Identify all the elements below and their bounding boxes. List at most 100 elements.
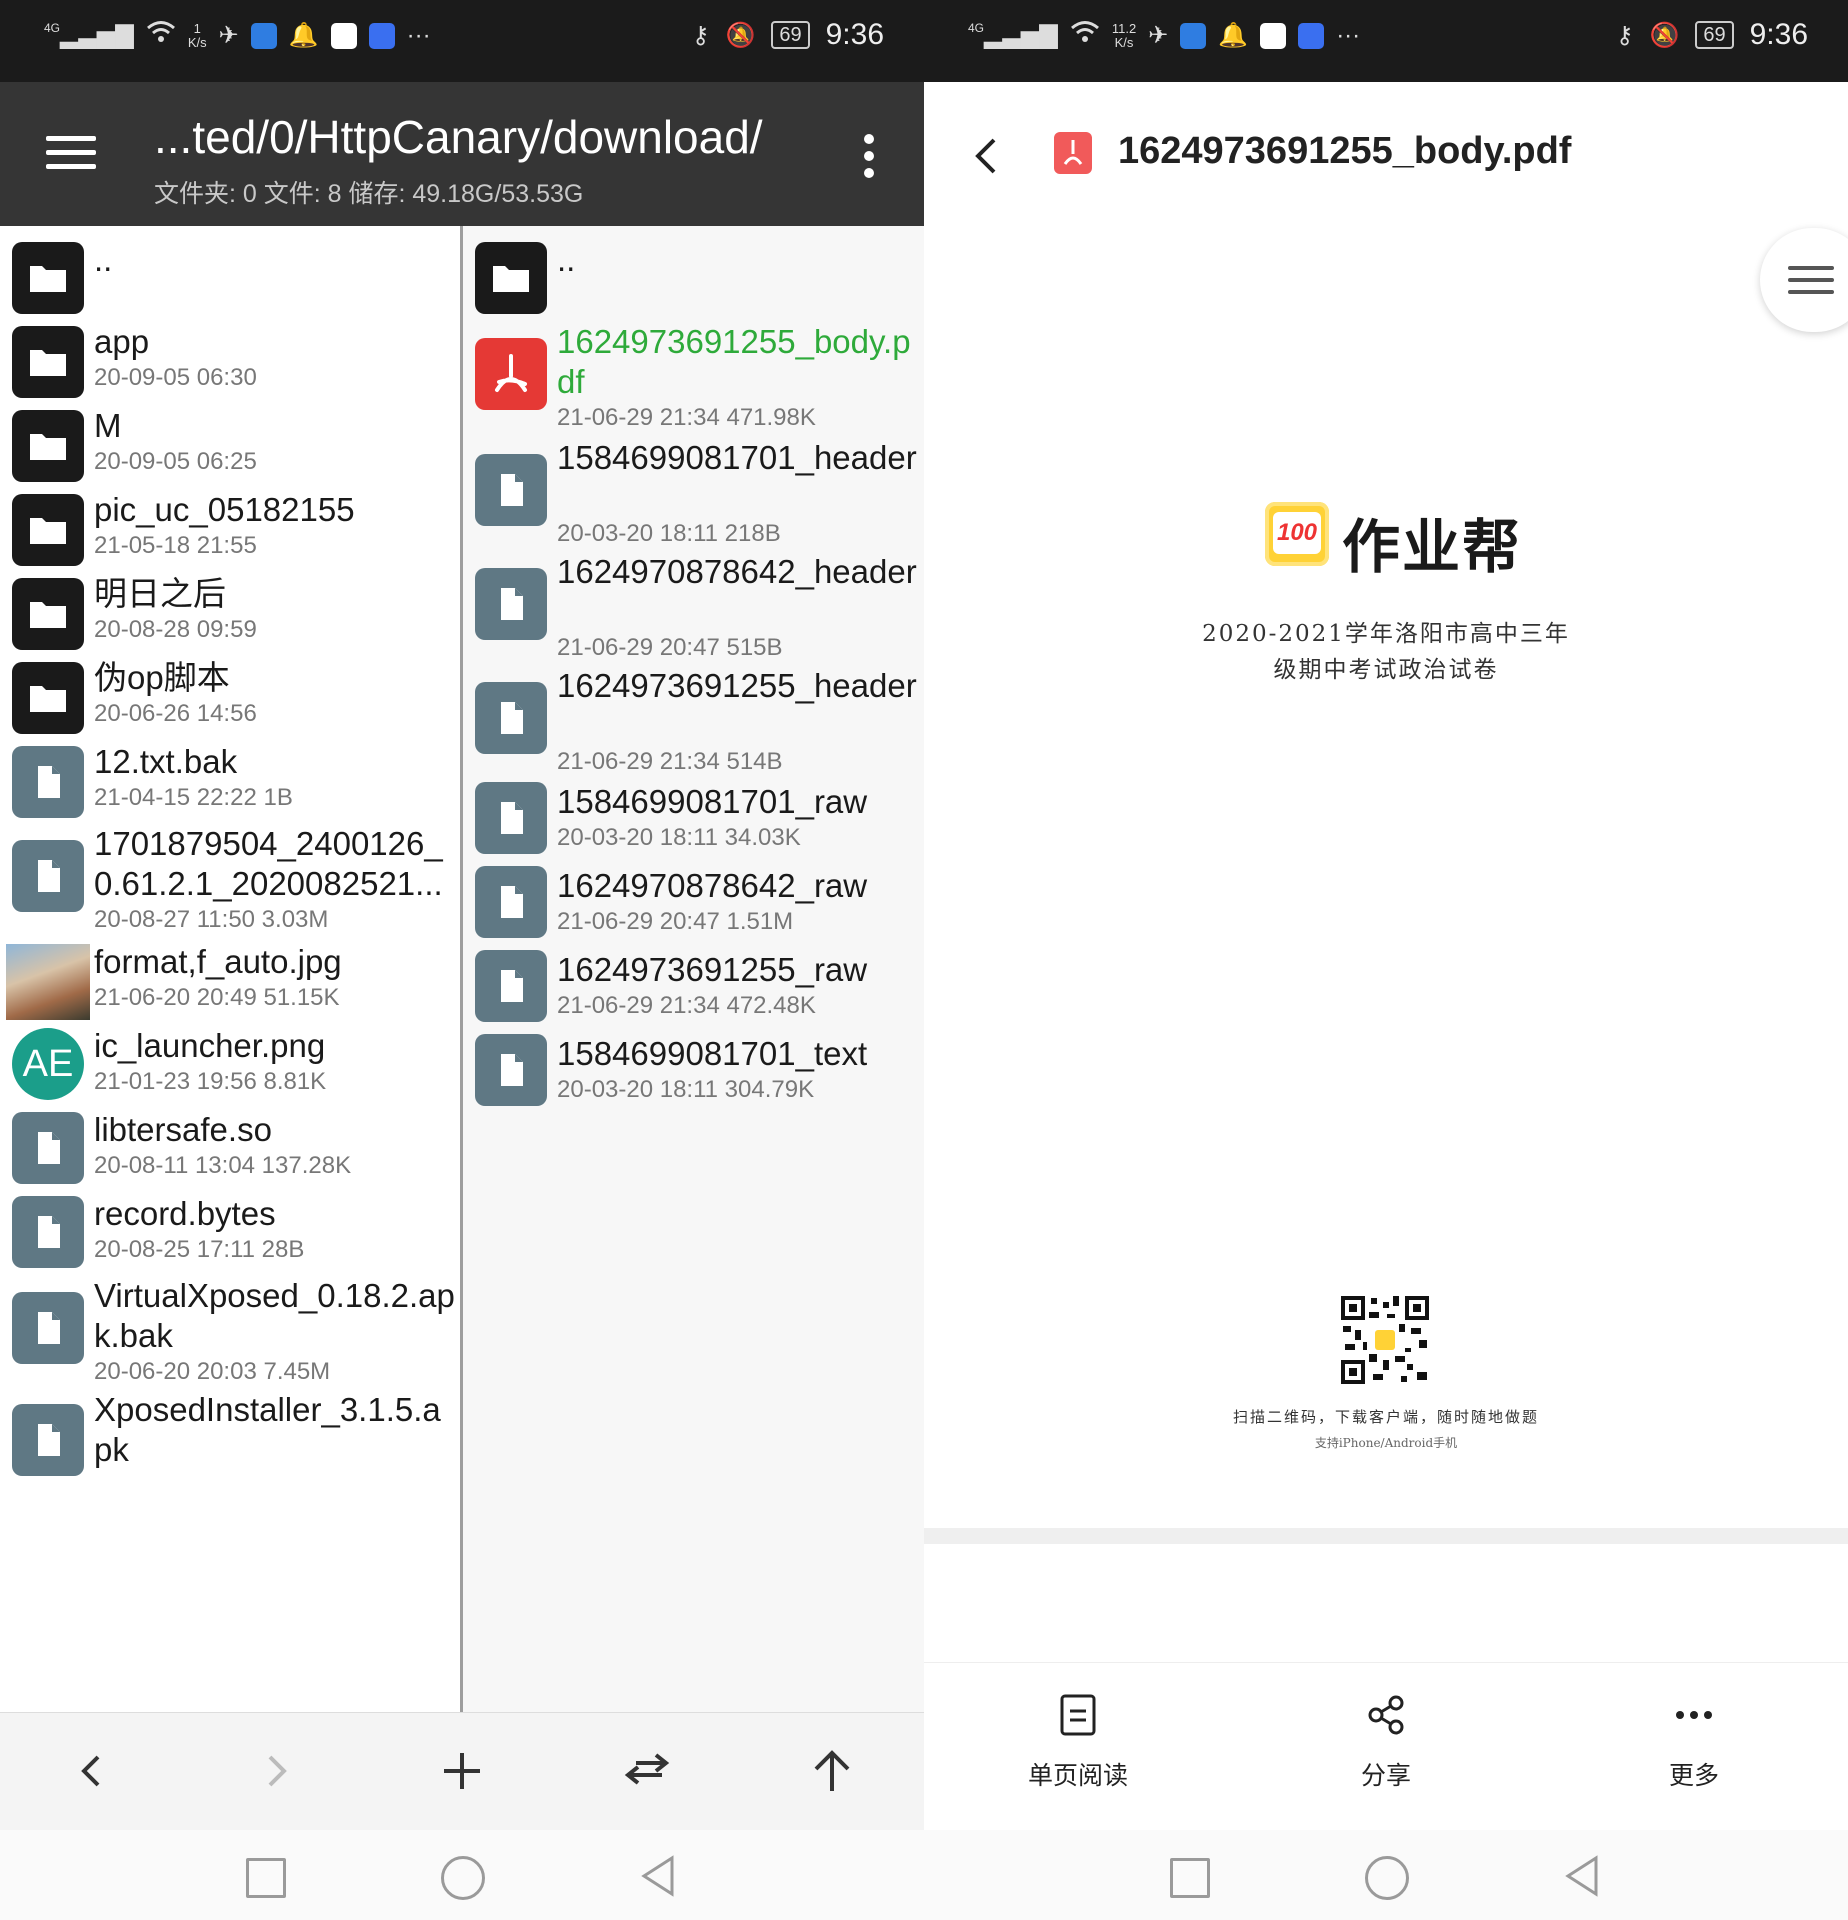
plus-icon[interactable] (432, 1741, 492, 1801)
zuoyebang-logo-icon: 100 (1265, 502, 1329, 566)
pdf-icon (475, 338, 547, 410)
image-thumbnail (6, 944, 90, 1020)
single-page-read-button[interactable]: 单页阅读 (978, 1693, 1178, 1792)
battery-icon: 69 (771, 21, 810, 49)
file-name: 1584699081701_text (557, 1035, 868, 1072)
file-list-item[interactable]: 明日之后 20-08-28 09:59 (0, 574, 460, 654)
qr-subcaption: 支持iPhone/Android手机 (1314, 1436, 1458, 1450)
file-list-item[interactable]: format,f_auto.jpg 21-06-20 20:49 51.15K (0, 942, 460, 1022)
folder-icon (12, 410, 84, 482)
folder-icon (12, 494, 84, 566)
baidu-icon (1298, 22, 1325, 49)
file-list-item[interactable]: VirtualXposed_0.18.2.apk.bak 20-06-20 20:… (0, 1276, 460, 1386)
file-list-item[interactable]: record.bytes 20-08-25 17:11 28B (0, 1194, 460, 1274)
file-list-item[interactable]: XposedInstaller_3.1.5.apk (0, 1390, 460, 1500)
file-list-item[interactable]: pic_uc_05182155 21-05-18 21:55 (0, 490, 460, 570)
file-list-item[interactable]: 1624973691255_body.pdf 21-06-29 21:34 471… (463, 322, 924, 432)
single-page-icon (1060, 1694, 1096, 1736)
net-speed: 11.2 K/s (1111, 20, 1137, 50)
shield-app-icon (1180, 22, 1207, 49)
file-list-item[interactable]: 1584699081701_header 20-03-20 18:11 218B (463, 438, 924, 548)
file-list-item[interactable]: .. (0, 240, 460, 320)
back-icon[interactable] (968, 134, 1004, 178)
key-icon: ⚷ (691, 21, 710, 49)
file-list-item[interactable]: 1624970878642_header 21-06-29 20:47 515B (463, 552, 924, 662)
back-arrow-icon[interactable] (62, 1741, 122, 1801)
folder-icon (475, 242, 547, 314)
up-arrow-icon[interactable] (802, 1741, 862, 1801)
file-manager-screen: 4G▂▃▅▇ 1 K/s ✈ 🔔 ··· ⚷ 🔕 69 9:36 ...ted/0… (0, 0, 924, 1920)
file-list-item[interactable]: app 20-09-05 06:30 (0, 322, 460, 402)
recents-button[interactable] (1170, 1858, 1210, 1898)
file-list-item[interactable]: AE ic_launcher.png 21-01-23 19:56 8.81K (0, 1026, 460, 1106)
swap-icon[interactable] (616, 1741, 676, 1801)
file-name: ic_launcher.png (94, 1027, 326, 1064)
file-list-item[interactable]: 1624970878642_raw 21-06-29 20:47 1.51M (463, 866, 924, 946)
file-meta: 20-08-27 11:50 3.03M (94, 906, 329, 933)
qq-icon: 🔔 (1218, 22, 1249, 49)
doc-title-line-1: 2020-2021学年洛阳市高中三年 (1202, 621, 1570, 647)
file-meta: 20-03-20 18:11 304.79K (557, 1076, 815, 1103)
app-notification-icon (1260, 22, 1287, 49)
folder-icon (12, 578, 84, 650)
more-button[interactable]: 更多 (1594, 1693, 1794, 1792)
file-name: 伪op脚本 (94, 659, 230, 696)
file-meta: 21-06-29 21:34 472.48K (557, 992, 816, 1019)
file-list-item[interactable]: 12.txt.bak 21-04-15 22:22 1B (0, 742, 460, 822)
home-button[interactable] (441, 1856, 485, 1900)
file-name: 1584699081701_header (557, 439, 917, 476)
page-separator (924, 1528, 1848, 1544)
file-list-item[interactable]: 1584699081701_text 20-03-20 18:11 304.79K (463, 1034, 924, 1114)
battery-icon: 69 (1695, 21, 1734, 49)
app-avatar-icon: AE (12, 1028, 84, 1100)
file-list-item[interactable]: 1584699081701_raw 20-03-20 18:11 34.03K (463, 782, 924, 862)
wifi-icon (146, 20, 176, 51)
file-icon (475, 950, 547, 1022)
folder-icon (12, 242, 84, 314)
file-meta: 20-06-20 20:03 7.45M (94, 1358, 331, 1385)
file-name: app (94, 323, 150, 360)
forward-arrow-icon[interactable] (246, 1741, 306, 1801)
file-name: 1624970878642_header (557, 553, 917, 590)
file-icon (475, 1034, 547, 1106)
file-name: VirtualXposed_0.18.2.apk.bak (94, 1277, 455, 1354)
file-list-item[interactable]: 1624973691255_raw 21-06-29 21:34 472.48K (463, 950, 924, 1030)
file-name: pic_uc_05182155 (94, 491, 355, 528)
pdf-file-icon (1054, 132, 1092, 174)
system-back-button[interactable] (638, 1854, 678, 1898)
app-notification-icon (330, 22, 357, 49)
file-icon (12, 840, 84, 912)
system-nav-bar (924, 1830, 1848, 1920)
menu-icon[interactable] (46, 136, 96, 170)
status-bar: 4G▂▃▅▇ 1 K/s ✈ 🔔 ··· ⚷ 🔕 69 9:36 (0, 0, 924, 82)
file-list-item[interactable]: .. (463, 240, 924, 320)
status-bar: 4G▂▃▅▇ 11.2 K/s ✈ 🔔 ··· ⚷ 🔕 69 9:36 (924, 0, 1848, 82)
file-meta: 20-03-20 18:11 218B (557, 520, 781, 547)
file-list-item[interactable]: 1624973691255_header 21-06-29 21:34 514B (463, 666, 924, 776)
file-icon (475, 568, 547, 640)
pdf-viewer-header: 1624973691255_body.pdf (924, 82, 1848, 222)
file-list-item[interactable]: M 20-09-05 06:25 (0, 406, 460, 486)
file-list-item[interactable]: 伪op脚本 20-06-26 14:56 (0, 658, 460, 738)
file-list-item[interactable]: libtersafe.so 20-08-11 13:04 137.28K (0, 1110, 460, 1190)
file-meta: 21-05-18 21:55 (94, 532, 257, 559)
qr-caption: 扫描二维码，下载客户端，随时随地做题 (1232, 1408, 1539, 1426)
file-meta: 20-09-05 06:25 (94, 448, 257, 475)
clock: 9:36 (1749, 18, 1808, 51)
file-meta: 21-01-23 19:56 8.81K (94, 1068, 327, 1095)
pdf-page[interactable]: 100 作业帮 2020-2021学年洛阳市高中三年 级期中考试政治试卷 扫描二… (924, 222, 1848, 1528)
file-meta: 21-06-29 20:47 1.51M (557, 908, 794, 935)
file-meta: 20-09-05 06:30 (94, 364, 257, 391)
file-icon (475, 866, 547, 938)
file-name: 1624973691255_raw (557, 951, 868, 988)
home-button[interactable] (1365, 1856, 1409, 1900)
pdf-viewer-screen: 4G▂▃▅▇ 11.2 K/s ✈ 🔔 ··· ⚷ 🔕 69 9:36 16249… (924, 0, 1848, 1920)
more-notifications-icon: ··· (1336, 21, 1361, 49)
system-back-button[interactable] (1562, 1854, 1602, 1898)
mute-bell-icon: 🔕 (725, 21, 756, 49)
overflow-menu-icon[interactable] (862, 134, 876, 178)
file-list-item[interactable]: 1701879504_2400126_0.61.2.1_2020082521..… (0, 824, 460, 934)
recents-button[interactable] (246, 1858, 286, 1898)
share-button[interactable]: 分享 (1286, 1693, 1486, 1792)
file-name: 1584699081701_raw (557, 783, 868, 820)
